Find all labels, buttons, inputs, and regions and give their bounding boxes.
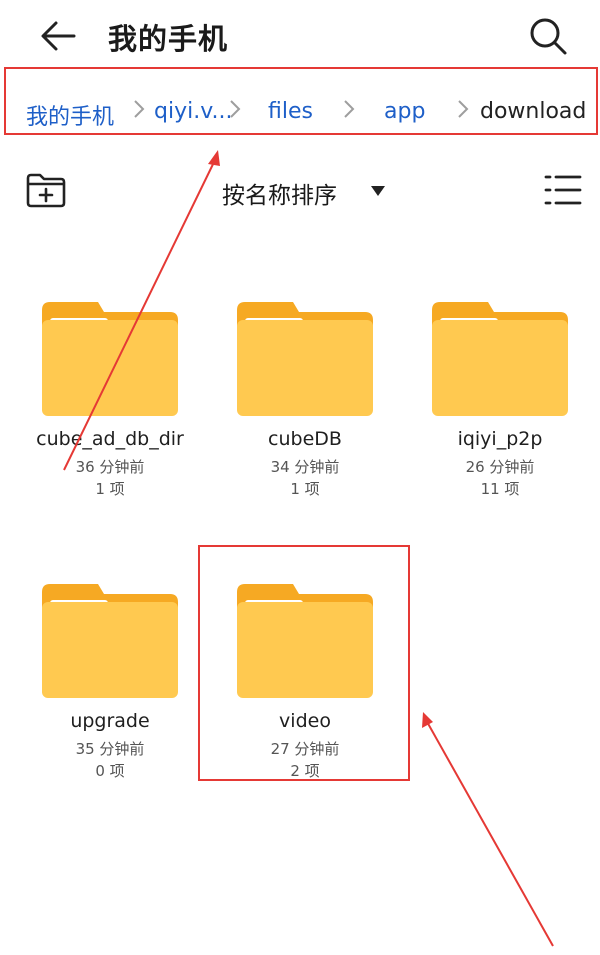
new-folder-button[interactable] — [24, 170, 68, 210]
folder-icon — [42, 584, 178, 698]
arrow-left-icon — [41, 21, 76, 51]
breadcrumb-item-files[interactable]: files — [268, 99, 313, 124]
folder-modified: 36 分钟前 — [75, 458, 145, 476]
search-icon — [530, 18, 567, 55]
folder-item-count: 11 项 — [480, 480, 520, 498]
breadcrumb-item-my-phone[interactable]: 我的手机 — [26, 99, 114, 131]
folder-name: cubeDB — [268, 428, 342, 450]
folder-modified: 26 分钟前 — [465, 458, 535, 476]
chevron-right-icon — [230, 100, 241, 118]
folder-item-count: 2 项 — [290, 762, 320, 780]
back-button[interactable] — [36, 14, 84, 58]
folder-icon — [432, 302, 568, 416]
folder-modified: 34 分钟前 — [270, 458, 340, 476]
folder-name: video — [279, 710, 331, 732]
breadcrumb-item-download[interactable]: download — [480, 99, 586, 124]
top-app-bar: 我的手机 — [0, 0, 600, 70]
new-folder-icon — [26, 173, 66, 208]
toolbar: 按名称排序 — [0, 160, 600, 220]
folder-item[interactable]: iqiyi_p2p 26 分钟前 11 项 — [410, 300, 590, 500]
folder-item-count: 1 项 — [95, 480, 125, 498]
folder-icon — [237, 302, 373, 416]
sort-dropdown[interactable]: 按名称排序 — [222, 176, 337, 210]
annotation-arrow-to-video — [422, 712, 554, 947]
breadcrumb: 我的手机 qiyi.v... files app download — [4, 67, 598, 135]
search-button[interactable] — [524, 12, 572, 60]
chevron-right-icon — [458, 100, 469, 118]
folder-modified: 35 分钟前 — [75, 740, 145, 758]
folder-icon — [42, 302, 178, 416]
chevron-right-icon — [134, 100, 145, 118]
folder-modified: 27 分钟前 — [270, 740, 340, 758]
folder-item[interactable]: cube_ad_db_dir 36 分钟前 1 项 — [20, 300, 200, 500]
folder-name: cube_ad_db_dir — [36, 428, 184, 450]
folder-name: iqiyi_p2p — [457, 428, 543, 450]
breadcrumb-item-app[interactable]: app — [384, 99, 425, 124]
folder-name: upgrade — [70, 710, 150, 732]
folder-icon — [237, 584, 373, 698]
folder-item[interactable]: cubeDB 34 分钟前 1 项 — [215, 300, 395, 500]
page-title: 我的手机 — [108, 22, 229, 56]
folder-item-count: 1 项 — [290, 480, 320, 498]
view-mode-button[interactable] — [542, 172, 584, 208]
folder-item[interactable]: upgrade 35 分钟前 0 项 — [20, 582, 200, 782]
caret-down-icon[interactable] — [370, 185, 386, 197]
folder-item-count: 0 项 — [95, 762, 125, 780]
list-view-icon — [544, 175, 582, 205]
folder-item[interactable]: video 27 分钟前 2 项 — [215, 582, 395, 782]
chevron-right-icon — [344, 100, 355, 118]
breadcrumb-item-qiyi[interactable]: qiyi.v... — [154, 99, 233, 124]
